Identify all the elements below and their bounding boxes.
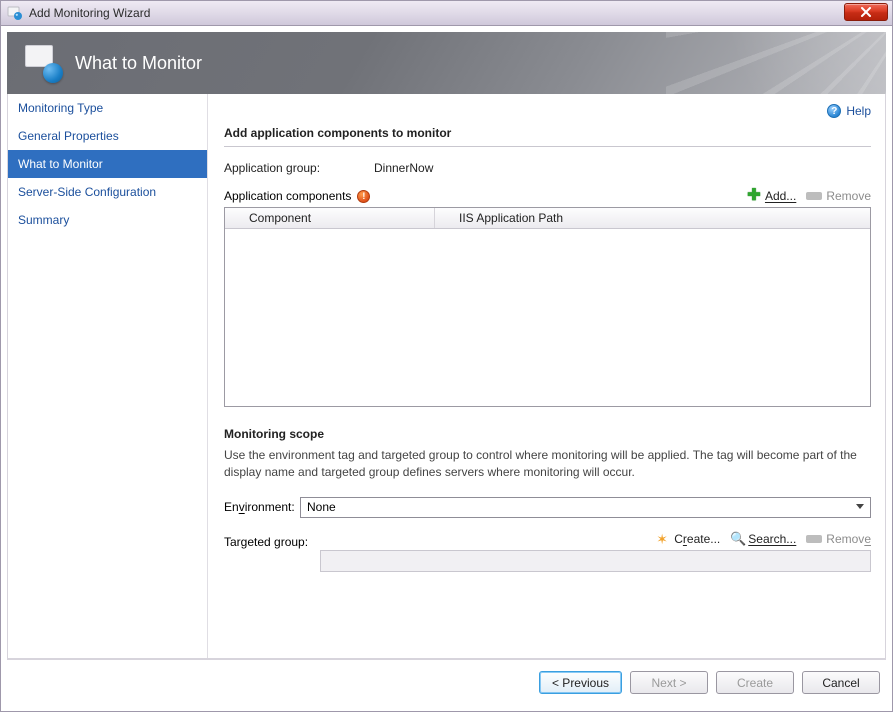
create-button: Create <box>716 671 794 694</box>
sidebar-item-label: Server-Side Configuration <box>18 185 156 199</box>
wizard-footer: < Previous Next > Create Cancel <box>7 659 886 705</box>
monitoring-scope-heading: Monitoring scope <box>224 427 871 441</box>
app-icon <box>7 5 23 21</box>
banner-title: What to Monitor <box>75 53 202 74</box>
components-grid[interactable]: Component IIS Application Path <box>224 207 871 407</box>
sidebar-item-label: General Properties <box>18 129 119 143</box>
cancel-button[interactable]: Cancel <box>802 671 880 694</box>
spark-icon: ✶ <box>656 532 670 546</box>
sidebar-item-server-side-config[interactable]: Server-Side Configuration <box>8 178 207 206</box>
sidebar-item-summary[interactable]: Summary <box>8 206 207 234</box>
sidebar-item-label: Summary <box>18 213 69 227</box>
warning-icon: ! <box>357 190 370 203</box>
help-icon: ? <box>827 104 841 118</box>
help-link[interactable]: ? Help <box>827 104 871 118</box>
window-body: What to Monitor Monitoring Type General … <box>0 26 893 712</box>
create-label: Create... <box>674 532 720 546</box>
grid-header: Component IIS Application Path <box>225 208 870 229</box>
targeted-group-toolbar: ✶ Create... 🔍 Search... Remove <box>320 532 871 546</box>
environment-label: Environment: <box>224 500 294 514</box>
search-icon: 🔍 <box>730 532 744 546</box>
sidebar-item-label: What to Monitor <box>18 157 103 171</box>
targeted-group-label: Targeted group: <box>224 532 314 549</box>
targeted-group-field <box>320 550 871 572</box>
search-label: Search... <box>748 532 796 546</box>
main-panel: ? Help Add application components to mon… <box>208 94 885 658</box>
titlebar: Add Monitoring Wizard <box>0 0 893 26</box>
sidebar-item-what-to-monitor[interactable]: What to Monitor <box>8 150 207 178</box>
banner: What to Monitor <box>7 32 886 94</box>
add-label: Add... <box>765 189 796 203</box>
chevron-down-icon <box>856 504 864 509</box>
sidebar-item-monitoring-type[interactable]: Monitoring Type <box>8 94 207 122</box>
environment-value: None <box>307 500 336 514</box>
application-group-value: DinnerNow <box>374 161 433 175</box>
remove-group-button: Remove <box>806 532 871 546</box>
create-group-button[interactable]: ✶ Create... <box>656 532 720 546</box>
components-label: Application components <box>224 189 351 203</box>
minus-icon <box>806 535 822 543</box>
window-title: Add Monitoring Wizard <box>29 6 150 20</box>
remove-component-button: Remove <box>806 189 871 203</box>
sidebar-item-general-properties[interactable]: General Properties <box>8 122 207 150</box>
wizard-steps-sidebar: Monitoring Type General Properties What … <box>8 94 208 658</box>
col-component[interactable]: Component <box>225 208 435 228</box>
search-group-button[interactable]: 🔍 Search... <box>730 532 796 546</box>
components-header: Application components ! ✚ Add... Remove <box>224 189 871 203</box>
close-button[interactable] <box>844 3 888 21</box>
minus-icon <box>806 192 822 200</box>
sidebar-item-label: Monitoring Type <box>18 101 103 115</box>
remove-group-label: Remove <box>826 532 871 546</box>
application-group-label: Application group: <box>224 161 374 175</box>
col-iis-path[interactable]: IIS Application Path <box>435 208 870 228</box>
environment-row: Environment: None <box>224 497 871 518</box>
section-heading: Add application components to monitor <box>224 126 871 147</box>
banner-decoration <box>666 32 886 94</box>
monitoring-scope-desc: Use the environment tag and targeted gro… <box>224 447 864 481</box>
plus-icon: ✚ <box>747 189 761 203</box>
remove-label: Remove <box>826 189 871 203</box>
add-component-button[interactable]: ✚ Add... <box>747 189 796 203</box>
next-button: Next > <box>630 671 708 694</box>
banner-icon <box>25 45 61 81</box>
application-group-row: Application group: DinnerNow <box>224 161 871 175</box>
environment-select[interactable]: None <box>300 497 871 518</box>
previous-button[interactable]: < Previous <box>539 671 622 694</box>
help-label: Help <box>846 104 871 118</box>
